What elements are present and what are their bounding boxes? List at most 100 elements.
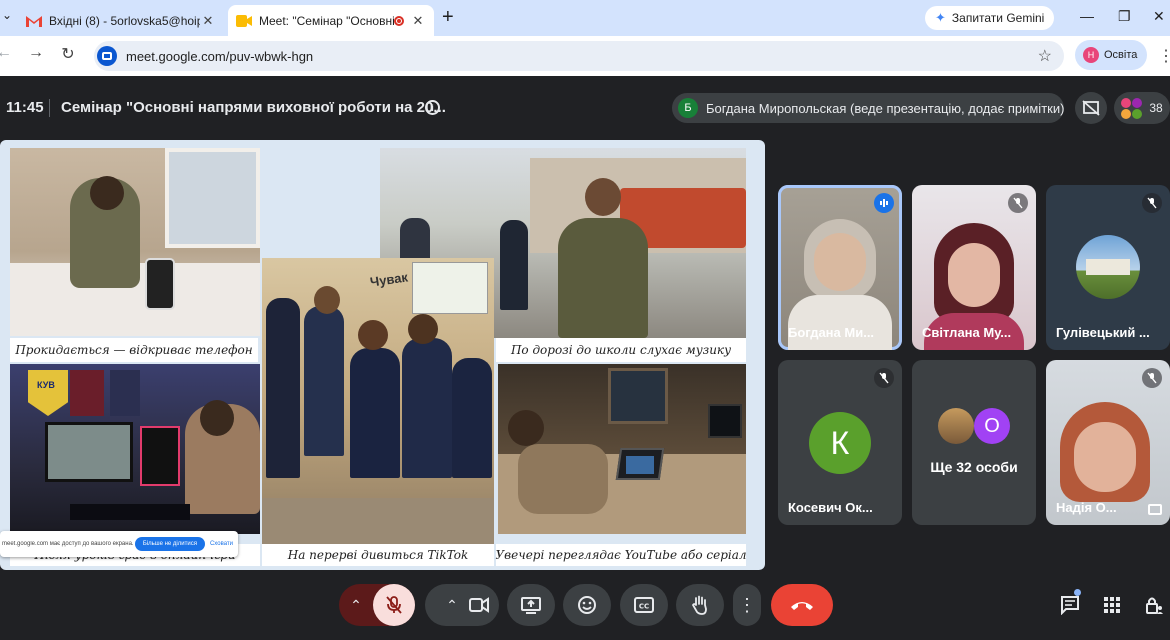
hand-icon bbox=[691, 595, 707, 615]
profile-label: Освіта bbox=[1104, 49, 1138, 61]
browser-menu-icon[interactable]: ⋮ bbox=[1158, 46, 1170, 66]
emoji-icon bbox=[578, 596, 596, 614]
microphone-control: ⌃ bbox=[339, 584, 415, 626]
minimize-icon[interactable]: — bbox=[1080, 8, 1094, 24]
participant-name: Косевич Ок... bbox=[788, 500, 873, 515]
meeting-info-icon[interactable]: i bbox=[425, 100, 440, 115]
svg-text:CC: CC bbox=[639, 603, 649, 611]
tab-title: Meet: "Семінар "Основні н bbox=[259, 13, 394, 28]
raise-hand-button[interactable] bbox=[676, 584, 724, 626]
camera-icon[interactable] bbox=[469, 597, 489, 613]
caption-1: Прокидається — відкриває телефон bbox=[10, 338, 258, 362]
screen-share-notice: meet.google.com має доступ до вашого екр… bbox=[0, 531, 238, 557]
recording-icon bbox=[394, 15, 404, 26]
leave-call-button[interactable] bbox=[771, 584, 833, 626]
site-info-icon[interactable] bbox=[97, 46, 117, 66]
caption-2: По дорозі до школи слухає музику bbox=[496, 338, 746, 362]
window-close-icon[interactable]: ✕ bbox=[1153, 8, 1165, 25]
gmail-icon bbox=[26, 15, 42, 27]
participant-avatar bbox=[938, 408, 974, 444]
shared-presentation: КУВ Чувак Прокидається — відкриває телеф… bbox=[0, 140, 765, 570]
tab-close-icon[interactable]: ✕ bbox=[200, 13, 216, 29]
more-vert-icon: ⋮ bbox=[738, 594, 756, 615]
closed-captions-icon: CC bbox=[634, 597, 654, 613]
speaking-indicator-icon bbox=[874, 193, 894, 213]
participant-tile-bohdana[interactable]: Богдана Ми... bbox=[778, 185, 902, 350]
people-avatars-icon bbox=[1121, 97, 1143, 119]
graffiti-text: Чувак bbox=[369, 269, 409, 290]
muted-mic-icon bbox=[874, 368, 894, 388]
profile-button[interactable]: Н Освіта bbox=[1075, 40, 1147, 70]
camera-control: ⌃ bbox=[425, 584, 499, 626]
participant-tile-svitlana[interactable]: Світлана Му... bbox=[912, 185, 1036, 350]
participant-tile-nadiia[interactable]: Надія О... bbox=[1046, 360, 1170, 525]
presenter-text: Богдана Миропольская (веде презентацію, … bbox=[706, 100, 1064, 116]
activities-button[interactable] bbox=[1101, 594, 1123, 616]
muted-mic-icon bbox=[1142, 368, 1162, 388]
restore-icon[interactable]: ❐ bbox=[1118, 8, 1131, 25]
lock-person-icon bbox=[1146, 597, 1163, 614]
reactions-button[interactable] bbox=[563, 584, 611, 626]
unmute-button[interactable] bbox=[373, 584, 415, 626]
mic-off-icon bbox=[386, 596, 402, 614]
caption-5: Увечері переглядає YouTube або серіал bbox=[495, 544, 747, 566]
hide-presentation-button[interactable] bbox=[1075, 92, 1107, 124]
photo-waking-up bbox=[10, 148, 260, 336]
tab-meet[interactable]: Meet: "Семінар "Основні н ✕ bbox=[228, 5, 434, 36]
divider bbox=[49, 99, 50, 117]
chat-icon bbox=[1061, 596, 1079, 615]
share-notice-text: meet.google.com має доступ до вашого екр… bbox=[2, 541, 134, 547]
gemini-label: Запитати Gemini bbox=[951, 11, 1045, 25]
photo-gaming: КУВ bbox=[10, 364, 260, 534]
meet-icon bbox=[236, 14, 252, 27]
participant-tile-hulivetskyi[interactable]: Гулівецький ... bbox=[1046, 185, 1170, 350]
chat-button[interactable] bbox=[1059, 594, 1081, 616]
meeting-title: Семінар "Основні напрями виховної роботи… bbox=[61, 99, 446, 116]
back-icon[interactable]: ← bbox=[0, 44, 14, 62]
tab-gmail[interactable]: Вхідні (8) - 5orlovska5@hoippo ✕ bbox=[18, 5, 224, 36]
tab-search-icon[interactable]: ⌄ bbox=[2, 8, 12, 22]
audio-options-chevron-icon[interactable]: ⌃ bbox=[339, 597, 373, 614]
presentation-off-icon bbox=[1082, 100, 1100, 116]
gemini-icon: ✦ bbox=[935, 10, 946, 25]
host-controls-button[interactable] bbox=[1143, 594, 1165, 616]
captions-button[interactable]: CC bbox=[620, 584, 668, 626]
tab-close-icon[interactable]: ✕ bbox=[410, 13, 426, 29]
video-options-chevron-icon[interactable]: ⌃ bbox=[435, 597, 469, 614]
photo-youtube-evening bbox=[498, 364, 746, 534]
presenter-indicator[interactable]: Б Богдана Миропольская (веде презентацію… bbox=[672, 93, 1064, 123]
participant-name: Гулівецький ... bbox=[1056, 325, 1150, 340]
meeting-time: 11:45 bbox=[6, 99, 44, 116]
caption-4: На перерві дивиться TikTok bbox=[262, 544, 494, 566]
participant-count: 38 bbox=[1149, 101, 1163, 115]
participant-avatar: О bbox=[974, 408, 1010, 444]
gemini-button[interactable]: ✦ Запитати Gemini bbox=[925, 6, 1055, 30]
poster-text: КУВ bbox=[37, 380, 55, 390]
presenter-avatar: Б bbox=[678, 98, 698, 118]
bookmark-star-icon[interactable]: ☆ bbox=[1038, 46, 1052, 66]
apps-grid-icon bbox=[1104, 597, 1120, 613]
participant-name: Світлана Му... bbox=[922, 325, 1012, 340]
tab-title: Вхідні (8) - 5orlovska5@hoippo bbox=[49, 13, 200, 28]
muted-mic-icon bbox=[1142, 193, 1162, 213]
new-tab-icon[interactable]: + bbox=[442, 6, 454, 29]
profile-avatar: Н bbox=[1083, 47, 1099, 63]
picture-in-picture-icon[interactable] bbox=[1148, 504, 1162, 515]
more-participants-label: Ще 32 особи bbox=[930, 459, 1018, 475]
forward-icon[interactable]: → bbox=[26, 44, 46, 62]
address-bar-row: ← → ↻ meet.google.com/puv-wbwk-hgn ☆ Н О… bbox=[0, 36, 1170, 76]
present-icon bbox=[521, 597, 541, 614]
photo-tiktok-break: Чувак bbox=[262, 258, 494, 544]
reload-icon[interactable]: ↻ bbox=[58, 44, 78, 64]
present-screen-button[interactable] bbox=[507, 584, 555, 626]
url-text[interactable]: meet.google.com/puv-wbwk-hgn bbox=[126, 49, 1038, 64]
hide-link[interactable]: Сховати bbox=[210, 541, 233, 547]
stop-sharing-button[interactable]: Більше не ділитися bbox=[134, 537, 205, 551]
chat-notification-dot bbox=[1074, 589, 1081, 596]
more-participants-tile[interactable]: О Ще 32 особи bbox=[912, 360, 1036, 525]
muted-mic-icon bbox=[1008, 193, 1028, 213]
people-button[interactable]: 38 bbox=[1114, 92, 1170, 124]
omnibox[interactable]: meet.google.com/puv-wbwk-hgn ☆ bbox=[94, 41, 1064, 71]
participant-tile-kosevych[interactable]: К Косевич Ок... bbox=[778, 360, 902, 525]
more-options-button[interactable]: ⋮ bbox=[733, 584, 761, 626]
